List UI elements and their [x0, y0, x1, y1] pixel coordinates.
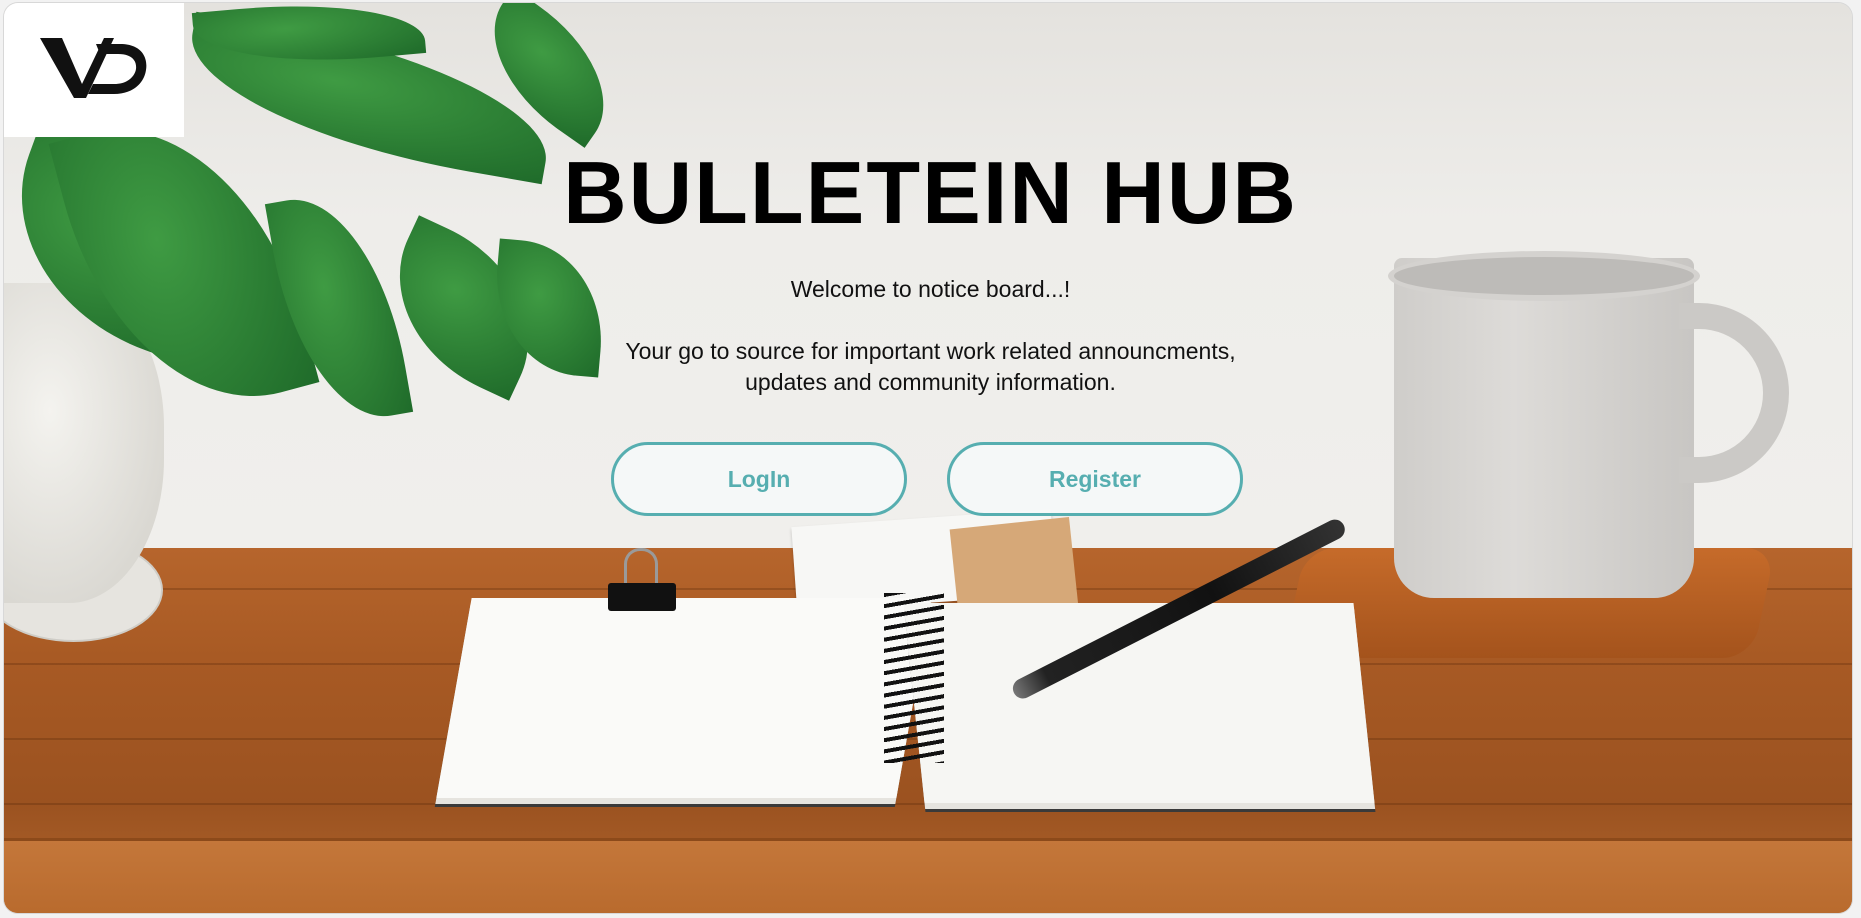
- description-text: Your go to source for important work rel…: [0, 336, 1861, 398]
- mug: [1394, 258, 1694, 598]
- notebook-left-page: [436, 598, 932, 798]
- description-line-1: Your go to source for important work rel…: [625, 338, 1236, 364]
- description-line-2: updates and community information.: [745, 369, 1116, 395]
- welcome-text: Welcome to notice board...!: [790, 276, 1071, 302]
- binder-clip-wire: [624, 548, 658, 588]
- login-button[interactable]: LogIn: [611, 442, 907, 516]
- vd-logo-icon: [38, 32, 150, 109]
- page-title: BULLETEIN HUB: [563, 143, 1298, 242]
- brand-logo[interactable]: [4, 3, 184, 137]
- notebook-spiral: [884, 593, 944, 763]
- register-button[interactable]: Register: [947, 442, 1243, 516]
- binder-clip: [608, 583, 676, 611]
- desk-edge: [4, 838, 1852, 913]
- desk-grain: [4, 803, 1852, 805]
